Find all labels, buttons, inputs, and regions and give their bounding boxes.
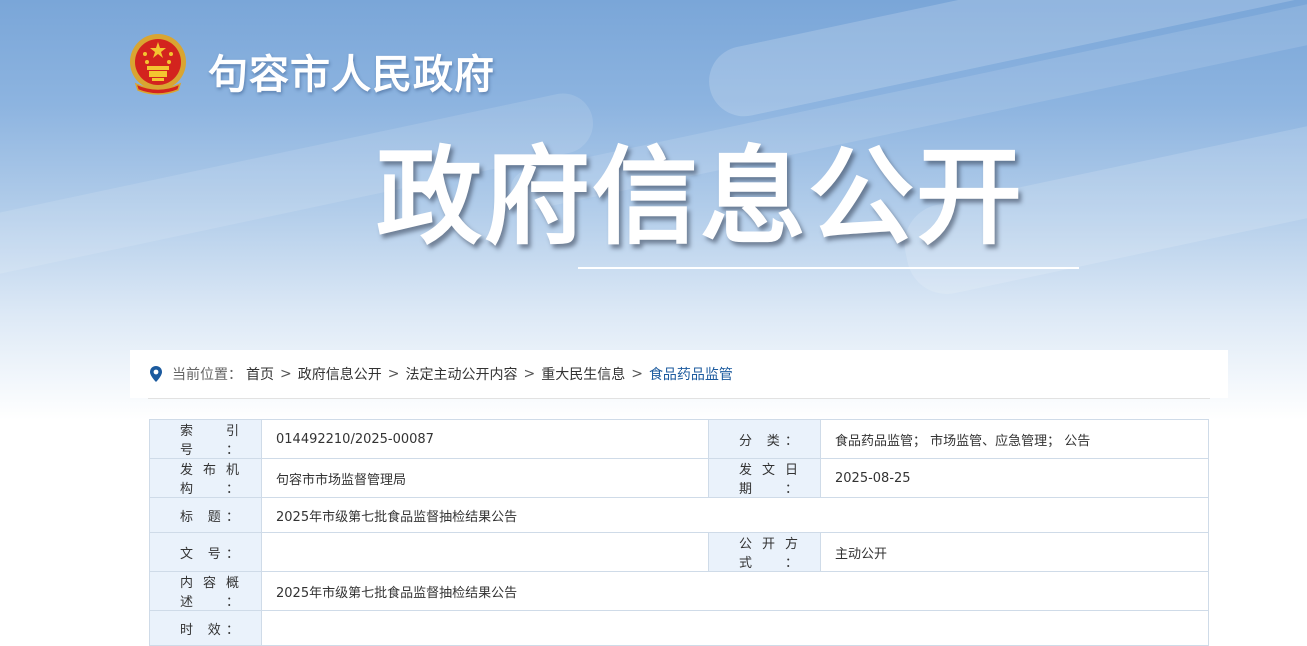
title-underline [578,267,1079,269]
validity-value [261,610,1209,646]
section-title: 政府信息公开 [376,136,1024,259]
breadcrumb-item-gov-info[interactable]: 政府信息公开 [298,364,382,384]
category-label: 分 类： [708,419,821,459]
title-label: 标 题： [149,497,262,533]
location-pin-icon [150,366,162,382]
breadcrumb-item-home[interactable]: 首页 [246,364,274,384]
publish-date-value: 2025-08-25 [820,458,1209,498]
document-metadata-table: 索 引 号： 014492210/2025-00087 分 类： 食品药品监管；… [149,419,1209,646]
breadcrumb-item-current[interactable]: 食品药品监管 [649,364,733,384]
title-value: 2025年市级第七批食品监督抽检结果公告 [261,497,1209,533]
breadcrumb-item-livelihood[interactable]: 重大民生信息 [541,364,625,384]
table-row: 发布机构： 句容市市场监督管理局 发文日期： 2025-08-25 [149,458,1209,498]
disclosure-method-value: 主动公开 [820,532,1209,572]
table-row: 索 引 号： 014492210/2025-00087 分 类： 食品药品监管；… [149,419,1209,459]
breadcrumb-separator: > [523,366,536,382]
index-number-value: 014492210/2025-00087 [261,419,709,459]
breadcrumb-separator: > [631,366,643,382]
document-number-value [261,532,709,572]
publish-date-label: 发文日期： [708,458,821,498]
publisher-label: 发布机构： [149,458,262,498]
disclosure-method-label: 公开方式： [708,532,821,572]
breadcrumb-separator: > [280,366,292,382]
table-row: 内容概述： 2025年市级第七批食品监督抽检结果公告 [149,571,1209,611]
breadcrumb-label: 当前位置： [172,367,242,383]
summary-label: 内容概述： [149,571,262,611]
validity-label: 时 效： [149,610,262,646]
summary-value: 2025年市级第七批食品监督抽检结果公告 [261,571,1209,611]
table-row: 标 题： 2025年市级第七批食品监督抽检结果公告 [149,497,1209,533]
category-value: 食品药品监管； 市场监管、应急管理； 公告 [820,419,1209,459]
breadcrumb-separator: > [387,366,400,382]
document-number-label: 文 号： [149,532,262,572]
national-emblem-icon[interactable] [128,32,188,98]
breadcrumb-item-statutory[interactable]: 法定主动公开内容 [405,364,517,384]
index-number-label: 索 引 号： [149,419,262,459]
breadcrumb: 当前位置： 首页 > 政府信息公开 > 法定主动公开内容 > 重大民生信息 > … [130,350,1228,399]
table-row: 文 号： 公开方式： 主动公开 [149,532,1209,572]
table-row: 时 效： [149,610,1209,646]
publisher-value: 句容市市场监督管理局 [261,458,709,498]
site-title[interactable]: 句容市人民政府 [208,42,495,100]
